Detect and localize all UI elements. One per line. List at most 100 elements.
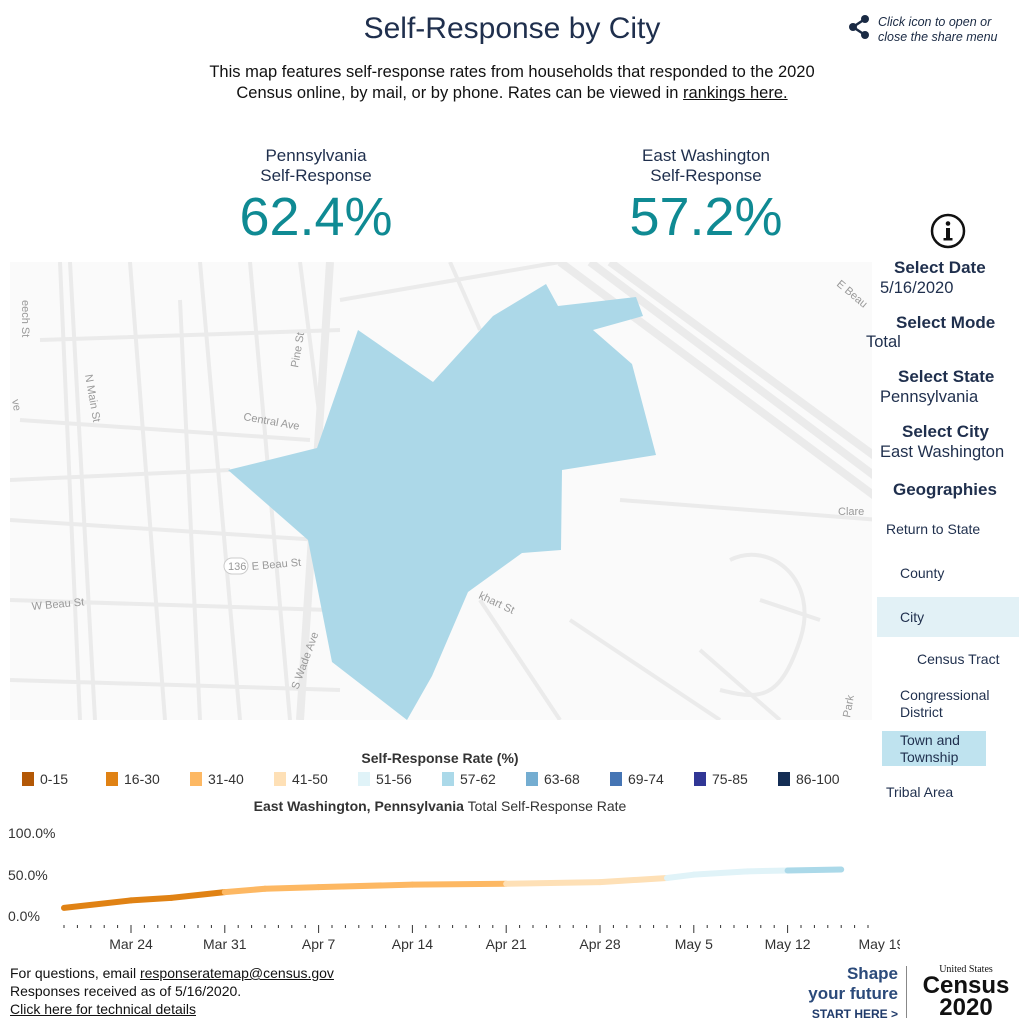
line-segment: [597, 874, 670, 886]
state-rate: 62.4%: [239, 187, 393, 247]
legend-swatch: [526, 772, 538, 786]
select-mode-dropdown[interactable]: Total: [866, 333, 901, 352]
street-label: Park: [841, 694, 857, 719]
footer: For questions, email responseratemap@cen…: [10, 965, 334, 1017]
street-label: Central Ave: [242, 411, 300, 433]
street-label: N Main St: [82, 373, 102, 423]
line-segment: [690, 868, 751, 878]
x-tick-label: Mar 31: [203, 936, 247, 952]
line-segment: [503, 879, 603, 887]
share-icon[interactable]: [848, 15, 870, 39]
street-label: E Beau: [834, 278, 869, 310]
legend-label: 31-40: [208, 771, 244, 787]
legend-item: 41-50: [274, 771, 358, 787]
x-tick-label: Mar 24: [109, 936, 153, 952]
line-segment: [784, 866, 845, 874]
legend: 0-15 16-30 31-40 41-50 51-56 57-62 63-68 69-74 7…: [22, 771, 862, 787]
line-segment: [61, 897, 134, 911]
x-tick-label: Apr 7: [302, 936, 336, 952]
chart-title: East Washington, Pennsylvania Total Self…: [253, 798, 627, 814]
route-shield: 136: [228, 561, 246, 573]
select-city-label: Select City: [902, 422, 989, 441]
legend-label: 86-100: [796, 771, 840, 787]
line-segment: [262, 884, 322, 892]
geo-city[interactable]: City: [877, 597, 1019, 637]
street-label: eech St: [19, 300, 31, 337]
legend-label: 63-68: [544, 771, 580, 787]
share-hint: Click icon to open or close the share men…: [878, 15, 998, 44]
legend-label: 16-30: [124, 771, 160, 787]
legend-swatch: [610, 772, 622, 786]
email-link[interactable]: responseratemap@census.gov: [140, 965, 334, 981]
select-city-dropdown[interactable]: East Washington: [880, 443, 1004, 462]
state-kpi: Pennsylvania Self-Response 62.4%: [166, 146, 466, 248]
legend-item: 63-68: [526, 771, 610, 787]
street-label: Pine St: [289, 332, 307, 369]
line-segment: [221, 885, 268, 896]
x-tick-label: May 19: [858, 936, 900, 952]
legend-item: 0-15: [22, 771, 106, 787]
legend-item: 31-40: [190, 771, 274, 787]
line-segment: [315, 881, 416, 891]
legend-label: 41-50: [292, 771, 328, 787]
legend-swatch: [442, 772, 454, 786]
geo-county[interactable]: County: [900, 565, 944, 581]
map[interactable]: eech St N Main St Pine St Central Ave E …: [10, 262, 872, 720]
legend-swatch: [358, 772, 370, 786]
legend-swatch: [694, 772, 706, 786]
line-segment: [409, 880, 510, 888]
legend-swatch: [22, 772, 34, 786]
select-state-dropdown[interactable]: Pennsylvania: [880, 388, 978, 407]
line-segment: [128, 894, 175, 904]
legend-label: 0-15: [40, 771, 69, 787]
y-tick-label: 50.0%: [8, 867, 48, 883]
geo-return-to-state[interactable]: Return to State: [886, 521, 980, 537]
received-date: Responses received as of 5/16/2020.: [10, 983, 242, 999]
legend-swatch: [106, 772, 118, 786]
legend-label: 75-85: [712, 771, 748, 787]
geo-census-tract[interactable]: Census Tract: [917, 651, 999, 667]
geo-tribal-area[interactable]: Tribal Area: [886, 784, 953, 800]
geographies-label: Geographies: [893, 480, 997, 499]
x-tick-label: Apr 14: [392, 936, 433, 952]
street-label: ve: [10, 398, 23, 412]
legend-item: 69-74: [610, 771, 694, 787]
legend-item: 86-100: [778, 771, 862, 787]
legend-label: 57-62: [460, 771, 496, 787]
street-label: Clare: [838, 506, 864, 518]
census-2020-logo[interactable]: Shape your future START HERE > United Stat…: [806, 964, 1016, 1022]
legend-item: 75-85: [694, 771, 778, 787]
legend-item: 51-56: [358, 771, 442, 787]
select-mode-label: Select Mode: [896, 313, 996, 332]
description: This map features self-response rates fr…: [209, 63, 815, 102]
select-date-dropdown[interactable]: 5/16/2020: [880, 279, 953, 298]
legend-item: 57-62: [442, 771, 526, 787]
select-date-label: Select Date: [894, 258, 986, 277]
response-chart: 100.0% 50.0% 0.0% Mar 24 Mar 31 Apr 7 Apr 14 Ap…: [8, 825, 900, 952]
y-tick-label: 100.0%: [8, 825, 55, 841]
rankings-link[interactable]: rankings here.: [683, 84, 788, 102]
street-label: E Beau St: [251, 557, 301, 573]
x-tick-label: Apr 28: [579, 936, 620, 952]
line-segment: [664, 871, 697, 881]
geo-congressional-district[interactable]: Congressional District: [900, 687, 1010, 721]
x-tick-label: Apr 21: [486, 936, 527, 952]
info-icon[interactable]: [930, 213, 966, 249]
line-segment: [168, 889, 228, 901]
street-label: khart St: [477, 590, 516, 617]
legend-item: 16-30: [106, 771, 190, 787]
legend-label: 69-74: [628, 771, 664, 787]
legend-swatch: [190, 772, 202, 786]
select-state-label: Select State: [898, 367, 995, 386]
y-tick-label: 0.0%: [8, 908, 40, 924]
legend-swatch: [778, 772, 790, 786]
city-kpi: East Washington Self-Response 57.2%: [556, 146, 856, 248]
geo-town-and-township[interactable]: Town and Township: [882, 731, 986, 766]
x-tick-label: May 12: [765, 936, 811, 952]
line-segment: [744, 867, 791, 875]
technical-details-link[interactable]: Click here for technical details: [10, 1001, 196, 1017]
share-control[interactable]: Click icon to open or close the share men…: [848, 15, 998, 45]
city-rate: 57.2%: [629, 187, 783, 247]
legend-title: Self-Response Rate (%): [361, 750, 519, 766]
x-tick-label: May 5: [675, 936, 713, 952]
